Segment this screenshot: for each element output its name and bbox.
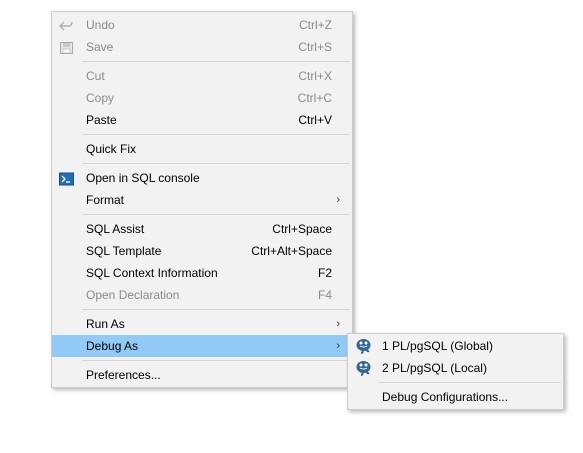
shortcut-label: Ctrl+S <box>298 40 332 54</box>
shortcut-label: Ctrl+V <box>298 113 332 127</box>
menu-item-cut[interactable]: Cut Ctrl+X <box>52 65 352 87</box>
menu-item-debug-as[interactable]: Debug As › <box>52 335 352 357</box>
menu-item-label: SQL Template <box>86 244 162 258</box>
separator <box>82 134 350 135</box>
postgresql-elephant-icon <box>355 360 372 376</box>
menu-item-quick-fix[interactable]: Quick Fix <box>52 138 352 160</box>
menu-item-open-in-sql-console[interactable]: Open in SQL console <box>52 167 352 189</box>
separator <box>82 163 350 164</box>
separator <box>378 382 561 383</box>
menu-item-open-declaration[interactable]: Open Declaration F4 <box>52 284 352 306</box>
menu-item-sql-assist[interactable]: SQL Assist Ctrl+Space <box>52 218 352 240</box>
undo-icon <box>59 18 74 32</box>
menu-item-label: Preferences... <box>86 368 161 382</box>
separator <box>82 214 350 215</box>
shortcut-label: F4 <box>317 288 332 302</box>
context-menu: Undo Ctrl+Z Save Ctrl+S Cut Ctrl+X Copy … <box>51 11 353 388</box>
menu-item-format[interactable]: Format › <box>52 189 352 211</box>
menu-item-label: SQL Context Information <box>86 266 218 280</box>
menu-item-save[interactable]: Save Ctrl+S <box>52 36 352 58</box>
console-icon <box>59 171 74 186</box>
submenu-item-plpgsql-global[interactable]: 1 PL/pgSQL (Global) <box>348 335 563 357</box>
menu-item-preferences[interactable]: Preferences... <box>52 364 352 386</box>
separator <box>82 360 350 361</box>
submenu-item-plpgsql-local[interactable]: 2 PL/pgSQL (Local) <box>348 357 563 379</box>
separator <box>82 309 350 310</box>
menu-item-sql-template[interactable]: SQL Template Ctrl+Alt+Space <box>52 240 352 262</box>
menu-item-label: Format <box>86 193 125 207</box>
separator <box>82 61 350 62</box>
menu-item-label: Run As <box>86 317 125 331</box>
shortcut-label: Ctrl+Z <box>299 18 332 32</box>
menu-item-label: Paste <box>86 113 117 127</box>
menu-item-label: Copy <box>86 91 115 105</box>
menu-item-undo[interactable]: Undo Ctrl+Z <box>52 14 352 36</box>
menu-item-label: Open Declaration <box>86 288 180 302</box>
menu-item-label: Debug As <box>86 339 139 353</box>
submenu-item-debug-configurations[interactable]: Debug Configurations... <box>348 386 563 408</box>
menu-item-label: Quick Fix <box>86 142 137 156</box>
save-icon <box>59 40 74 54</box>
menu-item-run-as[interactable]: Run As › <box>52 313 352 335</box>
shortcut-label: Ctrl+Space <box>272 222 332 236</box>
debug-as-submenu: 1 PL/pgSQL (Global) 2 PL/pgSQL (Local) D… <box>347 333 564 410</box>
shortcut-label: Ctrl+Alt+Space <box>251 244 332 258</box>
submenu-item-label: 2 PL/pgSQL (Local) <box>382 361 487 375</box>
menu-item-paste[interactable]: Paste Ctrl+V <box>52 109 352 131</box>
postgresql-elephant-icon <box>355 338 372 354</box>
menu-item-sql-context-information[interactable]: SQL Context Information F2 <box>52 262 352 284</box>
menu-item-label: Save <box>86 40 114 54</box>
menu-item-label: Undo <box>86 18 115 32</box>
shortcut-label: F2 <box>317 266 332 280</box>
shortcut-label: Ctrl+X <box>298 69 332 83</box>
chevron-right-icon: › <box>336 340 340 352</box>
menu-item-label: Open in SQL console <box>86 171 200 185</box>
menu-item-copy[interactable]: Copy Ctrl+C <box>52 87 352 109</box>
chevron-right-icon: › <box>336 194 340 206</box>
menu-item-label: Cut <box>86 69 105 83</box>
submenu-item-label: 1 PL/pgSQL (Global) <box>382 339 493 353</box>
shortcut-label: Ctrl+C <box>297 91 332 105</box>
chevron-right-icon: › <box>336 318 340 330</box>
submenu-item-label: Debug Configurations... <box>382 390 509 404</box>
menu-item-label: SQL Assist <box>86 222 145 236</box>
